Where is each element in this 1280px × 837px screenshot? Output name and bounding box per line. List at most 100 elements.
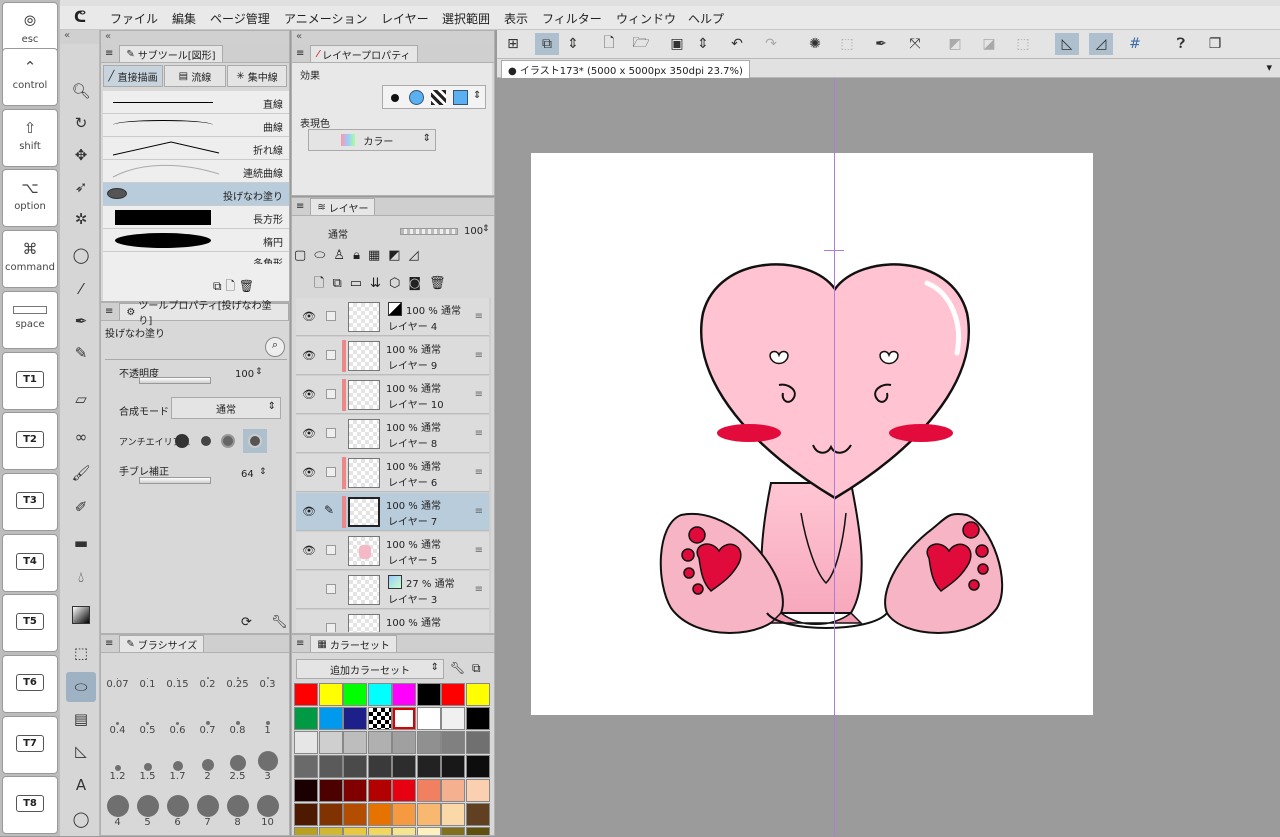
layer-row[interactable]: 👁︎ 100 % 通常 レイヤー 5 ≡ — [296, 532, 489, 570]
brush-size-tab[interactable]: ✎ ブラシサイズ — [119, 635, 205, 652]
figure-tool-icon[interactable]: ⬚ — [66, 638, 96, 668]
color-swatch[interactable] — [441, 827, 465, 835]
aa-weak-option[interactable] — [201, 436, 211, 446]
companion-icon[interactable]: ⧉ — [535, 33, 559, 55]
wrench-icon[interactable]: 🔧︎ — [450, 661, 465, 675]
trash-icon[interactable]: 🗑︎ — [239, 279, 254, 293]
list-item[interactable]: 折れ線 — [103, 137, 289, 160]
layer-check[interactable] — [326, 311, 336, 321]
tool-property-tab[interactable]: ⚙ ツールプロパティ[投げなわ塗り] — [119, 301, 289, 327]
shift-key[interactable]: ⇧ shift — [2, 109, 58, 167]
color-swatch[interactable] — [294, 683, 318, 706]
brush-size-cell[interactable]: 2.5 — [223, 747, 252, 791]
guide-handle[interactable] — [824, 250, 844, 251]
color-swatch[interactable] — [343, 779, 367, 802]
t5-key[interactable]: T5 — [2, 594, 58, 652]
brush-size-cell[interactable]: 0.3 — [253, 655, 282, 699]
color-swatch[interactable] — [392, 827, 416, 835]
layer-check[interactable] — [326, 584, 336, 594]
move-tool-icon[interactable]: ✥ — [66, 140, 96, 170]
color-swatch[interactable] — [441, 755, 465, 778]
document-tab[interactable]: ● イラスト173* (5000 x 5000px 350dpi 23.7%) — [501, 60, 750, 79]
color-swatch[interactable] — [367, 731, 392, 754]
aa-none-option[interactable] — [175, 434, 189, 448]
color-swatch[interactable] — [343, 707, 367, 730]
color-swatch[interactable] — [416, 755, 441, 778]
color-swatch[interactable] — [318, 779, 343, 802]
collapse-arrows-icon[interactable]: « — [60, 30, 99, 44]
reference-icon[interactable]: ⬭ — [314, 248, 333, 263]
selection-icon[interactable]: ⬚ — [835, 33, 859, 55]
rotate-tool-icon[interactable]: ↻ — [66, 108, 96, 138]
tab-streamline[interactable]: ▤ 流線 — [164, 65, 226, 87]
menu-file[interactable]: ファイル — [110, 10, 158, 27]
opacity-stepper-icon[interactable]: ⇕ — [255, 367, 263, 377]
color-swatch[interactable] — [465, 707, 490, 730]
color-swatch[interactable] — [392, 755, 416, 778]
color-swatch[interactable] — [465, 731, 490, 754]
color-swatch[interactable] — [392, 683, 416, 706]
brush-size-cell[interactable]: 0.25 — [223, 655, 252, 699]
color-swatch[interactable] — [392, 803, 416, 826]
color-swatch[interactable] — [294, 803, 318, 826]
redo-icon[interactable]: ↷ — [759, 33, 783, 55]
pen-icon[interactable]: ✒ — [869, 33, 893, 55]
brush-size-cell[interactable]: 0.4 — [103, 701, 132, 745]
updown-icon[interactable]: ⇕ — [482, 224, 490, 234]
updown-icon[interactable]: ⇕ — [473, 90, 481, 101]
t6-key[interactable]: T6 — [2, 655, 58, 713]
tab-focus-line[interactable]: ✳ 集中線 — [227, 65, 287, 87]
snap-grid-icon[interactable]: # — [1123, 33, 1147, 55]
zoom-tool-icon[interactable]: 🔍︎ — [66, 76, 96, 106]
trash-icon[interactable]: 🗑︎ — [429, 276, 454, 291]
color-swatch[interactable] — [465, 803, 490, 826]
color-set-tab[interactable]: ▦ カラーセット — [310, 635, 397, 652]
text-tool-icon[interactable]: A — [66, 770, 96, 800]
menu-icon[interactable]: ≡ — [475, 545, 483, 556]
color-swatch[interactable] — [343, 731, 367, 754]
blend-mode-select[interactable]: 通常 ⇕ — [171, 397, 281, 419]
transform-icon[interactable]: ⤧ — [903, 33, 927, 55]
space-key[interactable]: space — [2, 291, 58, 349]
layer-row[interactable]: 100 % 通常 — [296, 610, 489, 632]
color-swatch[interactable] — [367, 803, 392, 826]
menu-icon[interactable]: ≡ — [475, 350, 483, 361]
new-icon[interactable]: 🗋︎ — [225, 279, 235, 293]
opacity-value[interactable]: 100 — [235, 369, 254, 380]
watercolor-effect-icon[interactable] — [409, 90, 424, 105]
brush-size-cell[interactable]: 0.7 — [193, 701, 222, 745]
select-all-icon[interactable]: ⬚ — [1011, 33, 1035, 55]
updown-icon[interactable]: ⇕ — [691, 33, 715, 55]
t8-key[interactable]: T8 — [2, 776, 58, 834]
gradient-tool-icon[interactable] — [66, 600, 96, 630]
brush-size-cell[interactable]: 0.8 — [223, 701, 252, 745]
drop-tool-icon[interactable]: 💧︎ — [66, 562, 96, 592]
color-swatch[interactable] — [416, 803, 441, 826]
color-swatch[interactable] — [318, 803, 343, 826]
clip-studio-logo-icon[interactable]: ᕦ — [74, 8, 86, 26]
express-color-select[interactable]: カラー ⇕ — [308, 129, 436, 151]
menu-icon[interactable]: ≡ — [475, 506, 483, 517]
color-set-settings-icon[interactable]: ⧉ — [472, 661, 481, 676]
color-swatch[interactable] — [441, 731, 465, 754]
list-item-selected[interactable]: 投げなわ塗り — [103, 183, 289, 206]
stabilization-value[interactable]: 64 — [241, 469, 254, 480]
brush-size-cell[interactable]: 5 — [133, 793, 162, 837]
eye-icon[interactable]: 👁︎ — [302, 349, 316, 362]
mask-create-icon[interactable]: ◙ — [408, 276, 429, 291]
color-swatch[interactable] — [416, 827, 441, 835]
layer-check[interactable] — [326, 467, 336, 477]
undo-icon[interactable]: ↶ — [725, 33, 749, 55]
frame-tool-icon[interactable]: ▤ — [66, 704, 96, 734]
layer-check[interactable] — [326, 623, 336, 632]
loading-icon[interactable]: ✺ — [803, 33, 827, 55]
new-folder-icon[interactable]: ▭ — [350, 276, 370, 291]
list-item[interactable]: 連続曲線 — [103, 160, 289, 183]
color-swatch[interactable] — [367, 827, 392, 835]
snap-special-icon[interactable]: ◿ — [1089, 33, 1113, 55]
menu-animation[interactable]: アニメーション — [284, 10, 368, 27]
color-swatch[interactable] — [465, 755, 490, 778]
brush-size-cell[interactable]: 0.1 — [133, 655, 162, 699]
snap-ruler-icon[interactable]: ◺ — [1055, 33, 1079, 55]
collapse-arrows-icon[interactable]: « — [101, 31, 289, 45]
